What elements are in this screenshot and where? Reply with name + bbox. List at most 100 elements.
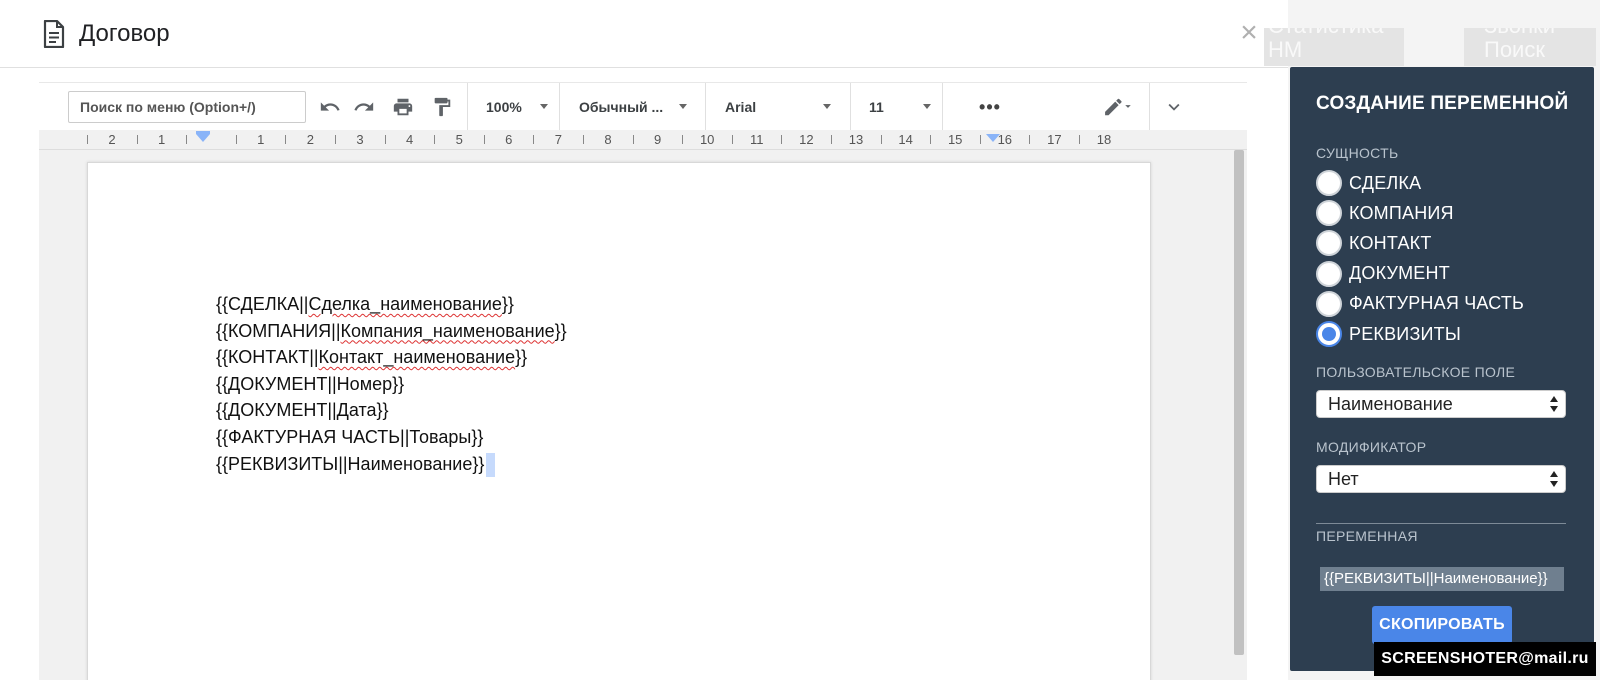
ruler-tick (682, 135, 684, 144)
edit-mode-icon[interactable] (1095, 93, 1139, 121)
document-line-text: {{СДЕЛКА|| (216, 294, 309, 314)
ruler-number: 17 (1047, 132, 1062, 147)
screenshoter-watermark: SCREENSHOTER@mail.ru (1374, 642, 1596, 676)
document-line[interactable]: {{СДЕЛКА||Сделка_наименование}} (216, 291, 567, 318)
undo-icon[interactable] (315, 93, 345, 121)
chevron-down-icon (923, 104, 931, 109)
misspelled-word[interactable]: Контакт_наименование (319, 347, 516, 367)
radio-unchecked-icon[interactable] (1316, 170, 1342, 196)
document-line[interactable]: {{ДОКУМЕНТ||Дата}} (216, 397, 567, 424)
dialog-header: Договор × (0, 0, 1288, 68)
custom-field-value: Наименование (1328, 394, 1453, 414)
ruler-number: 11 (750, 132, 764, 147)
ruler-number: 12 (799, 132, 814, 147)
font-size-value: 11 (869, 99, 884, 115)
entity-radio-4[interactable]: ДОКУМЕНТ (1316, 260, 1450, 288)
custom-field-select[interactable]: Наименование (1316, 390, 1566, 418)
entity-radio-label: ДОКУМЕНТ (1349, 263, 1450, 284)
document-scrollbar[interactable] (1234, 150, 1244, 655)
misspelled-word[interactable]: Сделка_наименование (308, 294, 501, 314)
custom-field-label: ПОЛЬЗОВАТЕЛЬСКОЕ ПОЛЕ (1316, 364, 1516, 380)
entity-radio-label: ФАКТУРНАЯ ЧАСТЬ (1349, 293, 1525, 314)
ruler-tick (533, 135, 535, 144)
ruler-tick (186, 135, 188, 144)
chevron-down-icon (823, 104, 831, 109)
entity-radio-5[interactable]: ФАКТУРНАЯ ЧАСТЬ (1316, 290, 1524, 318)
font-value: Arial (725, 99, 757, 115)
select-arrows-icon (1550, 471, 1558, 487)
font-size-select[interactable]: 11 (869, 95, 931, 119)
chevron-down-icon (679, 104, 687, 109)
document-icon (43, 20, 65, 48)
entity-radio-3[interactable]: КОНТАКТ (1316, 229, 1432, 257)
document-line[interactable]: {{ФАКТУРНАЯ ЧАСТЬ||Товары}} (216, 424, 567, 451)
copy-button[interactable]: СКОПИРОВАТЬ (1372, 606, 1512, 644)
document-line[interactable]: {{РЕКВИЗИТЫ||Наименование}} (216, 451, 567, 478)
document-page[interactable]: {{СДЕЛКА||Сделка_наименование}} {{КОМПАНИ… (87, 162, 1151, 680)
paint-format-icon[interactable] (427, 93, 457, 121)
first-line-indent-icon[interactable] (196, 131, 210, 134)
font-select[interactable]: Arial (725, 95, 831, 119)
entity-radio-6[interactable]: РЕКВИЗИТЫ (1316, 320, 1461, 348)
ruler-tick (483, 135, 485, 144)
variable-output[interactable]: {{РЕКВИЗИТЫ||Наименование}} (1320, 567, 1564, 591)
ruler-number: 5 (455, 132, 463, 147)
indent-marker-icon[interactable] (986, 134, 1000, 142)
ruler-tick (880, 135, 882, 144)
horizontal-ruler[interactable]: 2 1 1 2 3 4 5 6 7 8 9 10 11 12 13 14 15 16 17 18 (39, 130, 1247, 150)
paragraph-style-select[interactable]: Обычный ... (579, 95, 687, 119)
document-line-text: {{КОМПАНИЯ|| (216, 320, 341, 341)
menu-search-input[interactable] (68, 91, 306, 123)
document-line[interactable]: {{ДОКУМЕНТ||Номер}} (216, 371, 567, 398)
indent-marker-icon[interactable] (196, 134, 210, 142)
variable-label: ПЕРЕМЕННАЯ (1316, 528, 1418, 544)
close-icon[interactable]: × (1236, 18, 1262, 48)
more-icon[interactable]: ••• (975, 93, 1005, 121)
radio-unchecked-icon[interactable] (1316, 200, 1342, 227)
entity-radio-label: РЕКВИЗИТЫ (1349, 323, 1461, 344)
radio-unchecked-icon[interactable] (1316, 230, 1342, 257)
misspelled-word[interactable]: Компания_наименование (341, 321, 555, 341)
ruler-number: 8 (604, 132, 612, 147)
toolbar-separator (1149, 83, 1150, 131)
document-line[interactable]: {{КОНТАКТ||Контакт_наименование}} (216, 344, 567, 371)
redo-icon[interactable] (349, 93, 379, 121)
entity-radio-label: КОНТАКТ (1349, 232, 1432, 253)
ruler-tick (583, 135, 584, 144)
modifier-label: МОДИФИКАТОР (1316, 439, 1427, 455)
ruler-number: 1 (157, 132, 166, 147)
toolbar-separator (942, 83, 943, 131)
radio-checked-icon[interactable] (1316, 321, 1342, 347)
entity-label: СУЩНОСТЬ (1316, 145, 1399, 161)
ruler-number: 4 (405, 132, 414, 147)
document-body[interactable]: {{СДЕЛКА||Сделка_наименование}} {{КОМПАНИ… (216, 291, 567, 477)
modifier-value: Нет (1328, 469, 1359, 489)
radio-unchecked-icon[interactable] (1316, 260, 1342, 287)
document-line-text: }} (501, 294, 514, 314)
background-button: Звонки Поиск (1464, 28, 1596, 66)
document-dialog: Договор × 100% Обычный ... Arial (0, 0, 1288, 680)
entity-radio-1[interactable]: СДЕЛКА (1316, 169, 1421, 197)
ruler-number: 13 (848, 132, 864, 147)
ruler-number: 9 (653, 132, 662, 147)
zoom-select[interactable]: 100% (486, 95, 548, 119)
ruler-number: 7 (554, 132, 563, 147)
document-line-text: {{ФАКТУРНАЯ ЧАСТЬ||Товары}} (216, 426, 484, 447)
entity-radio-label: СДЕЛКА (1349, 172, 1422, 193)
modifier-select[interactable]: Нет (1316, 465, 1566, 493)
entity-radio-label: КОМПАНИЯ (1349, 202, 1454, 223)
print-icon[interactable] (388, 93, 418, 121)
document-line-text: {{РЕКВИЗИТЫ||Наименование}} (216, 453, 485, 474)
toolbar-separator (705, 83, 706, 131)
zoom-value: 100% (486, 99, 522, 115)
ruler-tick (87, 135, 88, 144)
select-arrows-icon (1550, 396, 1558, 412)
background-button-label: Статистика НМ (1268, 28, 1384, 62)
entity-radio-2[interactable]: КОМПАНИЯ (1316, 199, 1454, 227)
document-line-text: {{ДОКУМЕНТ||Номер}} (216, 373, 405, 394)
document-line[interactable]: {{КОМПАНИЯ||Компания_наименование}} (216, 318, 567, 345)
radio-unchecked-icon[interactable] (1316, 290, 1342, 317)
ruler-number: 14 (898, 132, 913, 147)
document-line-text: {{ДОКУМЕНТ||Дата}} (216, 400, 389, 421)
collapse-toolbar-icon[interactable] (1159, 93, 1189, 121)
